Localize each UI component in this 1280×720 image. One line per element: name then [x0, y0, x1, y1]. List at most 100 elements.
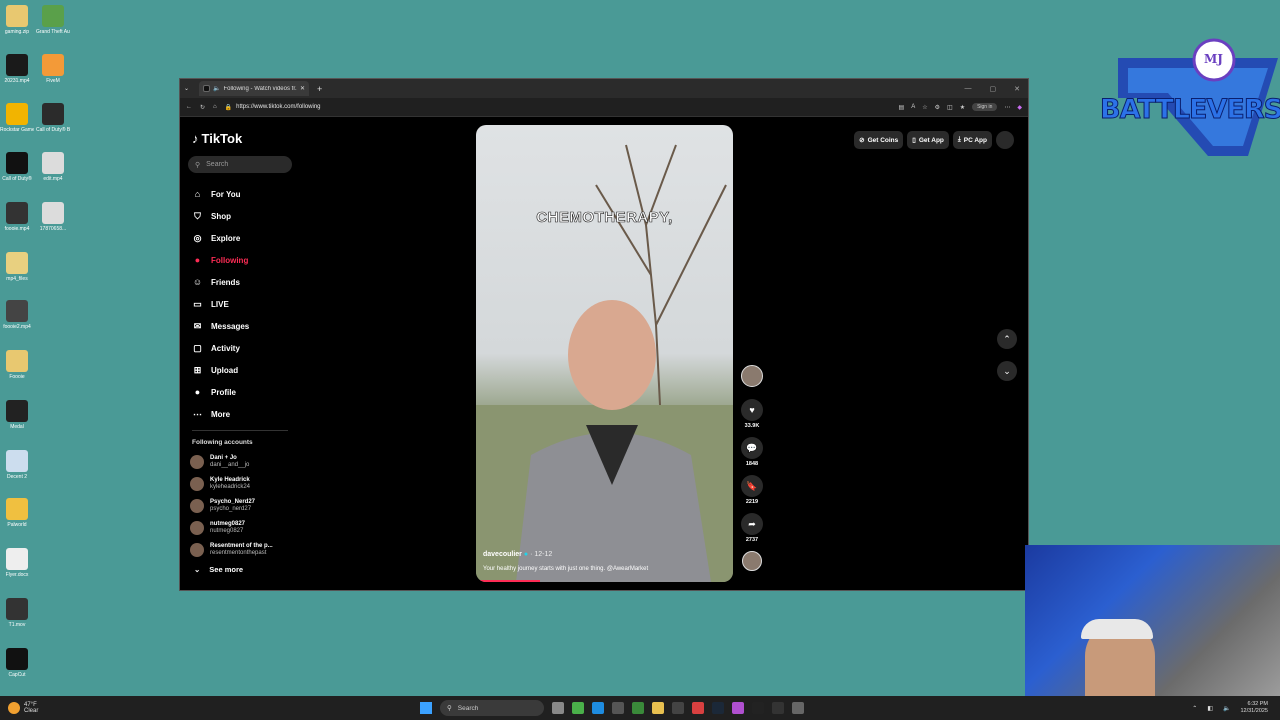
- desktop-icon[interactable]: Flyer.docx: [0, 548, 34, 578]
- desktop-icon[interactable]: 20231.mp4: [0, 54, 34, 84]
- xbox-icon[interactable]: [572, 702, 584, 714]
- pc-app-button[interactable]: ⤓ PC App: [952, 131, 992, 149]
- nav-item-activity[interactable]: ▢ Activity: [192, 337, 292, 359]
- comment-button[interactable]: 💬: [741, 437, 763, 459]
- search-input[interactable]: ⚲ Search: [188, 156, 292, 173]
- desktop-icon[interactable]: Palworld: [0, 498, 34, 528]
- close-tab-icon[interactable]: ✕: [300, 85, 305, 92]
- previous-video-button[interactable]: ⌃: [997, 329, 1017, 349]
- file-explorer-icon[interactable]: [652, 702, 664, 714]
- nav-item-for-you[interactable]: ⌂ For You: [192, 183, 292, 205]
- close-window-button[interactable]: ✕: [1014, 85, 1020, 93]
- tab-following[interactable]: 🔈 Following - Watch videos fr... ✕: [199, 81, 310, 96]
- account-item[interactable]: Kyle Headrick kyleheadrick24: [190, 473, 300, 495]
- copilot-icon[interactable]: ◆: [1017, 104, 1022, 111]
- nav-item-shop[interactable]: ⛉ Shop: [192, 205, 292, 227]
- desktop-icon[interactable]: FiveM: [36, 54, 70, 84]
- taskbar-search[interactable]: ⚲ Search: [440, 700, 544, 716]
- profile-avatar-button[interactable]: [996, 131, 1014, 149]
- desktop-icon[interactable]: CapCut: [0, 648, 34, 678]
- account-item[interactable]: Psycho_Nerd27 psycho_nerd27: [190, 495, 300, 517]
- nav-item-explore[interactable]: ◎ Explore: [192, 227, 292, 249]
- video-author[interactable]: davecoulier ● · 12-12: [483, 551, 552, 558]
- sound-disc-icon[interactable]: [742, 551, 762, 571]
- network-icon[interactable]: ◧: [1207, 705, 1213, 712]
- speaker-icon[interactable]: 🔈: [213, 85, 220, 92]
- nav-item-following[interactable]: ● Following: [192, 249, 292, 271]
- streaming-app-icon[interactable]: [732, 702, 744, 714]
- desktop-icon[interactable]: mp4_files: [0, 252, 34, 282]
- store-icon[interactable]: [672, 702, 684, 714]
- split-screen-icon[interactable]: ◫: [947, 104, 953, 111]
- nav-item-profile[interactable]: ● Profile: [192, 381, 292, 403]
- desktop-icon[interactable]: Call of Duty® Bla...: [36, 103, 70, 133]
- nav-item-messages[interactable]: ✉ Messages: [192, 315, 292, 337]
- refresh-icon[interactable]: ↻: [200, 104, 205, 111]
- desktop-icon[interactable]: Rockstar Games ...: [0, 103, 34, 133]
- app-icon[interactable]: [792, 702, 804, 714]
- get-coins-button[interactable]: ⊘ Get Coins: [854, 131, 904, 149]
- desktop-icon[interactable]: gaming.zip: [0, 5, 34, 35]
- nav-item-friends[interactable]: ☺ Friends: [192, 271, 292, 293]
- chevron-up-icon[interactable]: ⌃: [1192, 705, 1197, 712]
- clock[interactable]: 6:32 PM 12/31/2025: [1240, 701, 1268, 715]
- task-view-icon[interactable]: [552, 702, 564, 714]
- desktop-icon[interactable]: Grand Theft Auto V Le...: [36, 5, 70, 35]
- save-button[interactable]: 🔖: [741, 475, 763, 497]
- desktop-icon[interactable]: Call of Duty®: [0, 152, 34, 182]
- desktop-icon[interactable]: Medal: [0, 400, 34, 430]
- account-item[interactable]: Resentment of the p... resentmentonthepas…: [190, 539, 300, 561]
- terminal-icon[interactable]: [612, 702, 624, 714]
- desktop-icon[interactable]: T1.mov: [0, 598, 34, 628]
- see-more-button[interactable]: ⌄ See more: [194, 565, 243, 574]
- nav-item-live[interactable]: ▭ LIVE: [192, 293, 292, 315]
- desktop-icon[interactable]: foooie.mp4: [0, 202, 34, 232]
- start-button[interactable]: [420, 702, 432, 714]
- nav-item-label: Following: [211, 255, 249, 265]
- tiktok-logo[interactable]: ♪ TikTok: [192, 131, 242, 146]
- desktop-icon[interactable]: 17870658...: [36, 202, 70, 232]
- sign-in-button[interactable]: Sign in: [972, 103, 998, 111]
- nav-item-upload[interactable]: ⊞ Upload: [192, 359, 292, 381]
- desktop-icon[interactable]: edit.mp4: [36, 152, 70, 182]
- medal-icon[interactable]: [752, 702, 764, 714]
- phone-icon: ▯: [912, 137, 916, 144]
- account-text: Psycho_Nerd27 psycho_nerd27: [210, 499, 255, 513]
- video-progress-bar[interactable]: [476, 580, 541, 582]
- video-player[interactable]: CHEMOTHERAPY, davecoulier ● · 12-12 Your…: [476, 125, 733, 582]
- game-launcher-icon[interactable]: [632, 702, 644, 714]
- next-video-button[interactable]: ⌄: [997, 361, 1017, 381]
- url-field[interactable]: 🔒 https://www.tiktok.com/following: [224, 100, 815, 114]
- new-tab-button[interactable]: +: [317, 84, 322, 94]
- favorites-icon[interactable]: ★: [960, 104, 965, 111]
- extensions-icon[interactable]: ⚙: [935, 104, 940, 111]
- menu-icon[interactable]: ⋯: [1004, 104, 1010, 111]
- account-item[interactable]: Dani + Jo dani__and__jo: [190, 451, 300, 473]
- nav-item-more[interactable]: ⋯ More: [192, 403, 292, 425]
- tab-list-icon[interactable]: ⌄: [184, 85, 189, 92]
- share-button[interactable]: ➦: [741, 513, 763, 535]
- desktop-icon-label: gaming.zip: [4, 29, 30, 35]
- home-icon[interactable]: ⌂: [213, 104, 217, 110]
- volume-icon[interactable]: 🔈: [1223, 705, 1230, 712]
- desktop-icon[interactable]: foooie2.mp4: [0, 300, 34, 330]
- weather-widget[interactable]: 47°F Clear: [8, 702, 38, 714]
- favorite-star-icon[interactable]: ☆: [922, 104, 927, 111]
- capcut-icon[interactable]: [772, 702, 784, 714]
- minimize-button[interactable]: —: [965, 85, 972, 93]
- date: 12/31/2025: [1240, 708, 1268, 714]
- chevron-down-icon: ⌄: [1003, 365, 1011, 376]
- account-item[interactable]: nutmeg0827 nutmeg0827: [190, 517, 300, 539]
- maximize-button[interactable]: ▢: [990, 85, 997, 93]
- chrome-icon[interactable]: [692, 702, 704, 714]
- desktop-icon[interactable]: Foooie: [0, 350, 34, 380]
- edge-icon[interactable]: [592, 702, 604, 714]
- desktop-icon[interactable]: Decent 2: [0, 450, 34, 480]
- creator-avatar[interactable]: [741, 365, 763, 387]
- translate-icon[interactable]: A: [911, 104, 915, 110]
- steam-icon[interactable]: [712, 702, 724, 714]
- like-button[interactable]: ♥: [741, 399, 763, 421]
- get-app-button[interactable]: ▯ Get App: [907, 131, 949, 149]
- reader-icon[interactable]: ▤: [899, 104, 905, 111]
- back-icon[interactable]: ←: [186, 104, 192, 110]
